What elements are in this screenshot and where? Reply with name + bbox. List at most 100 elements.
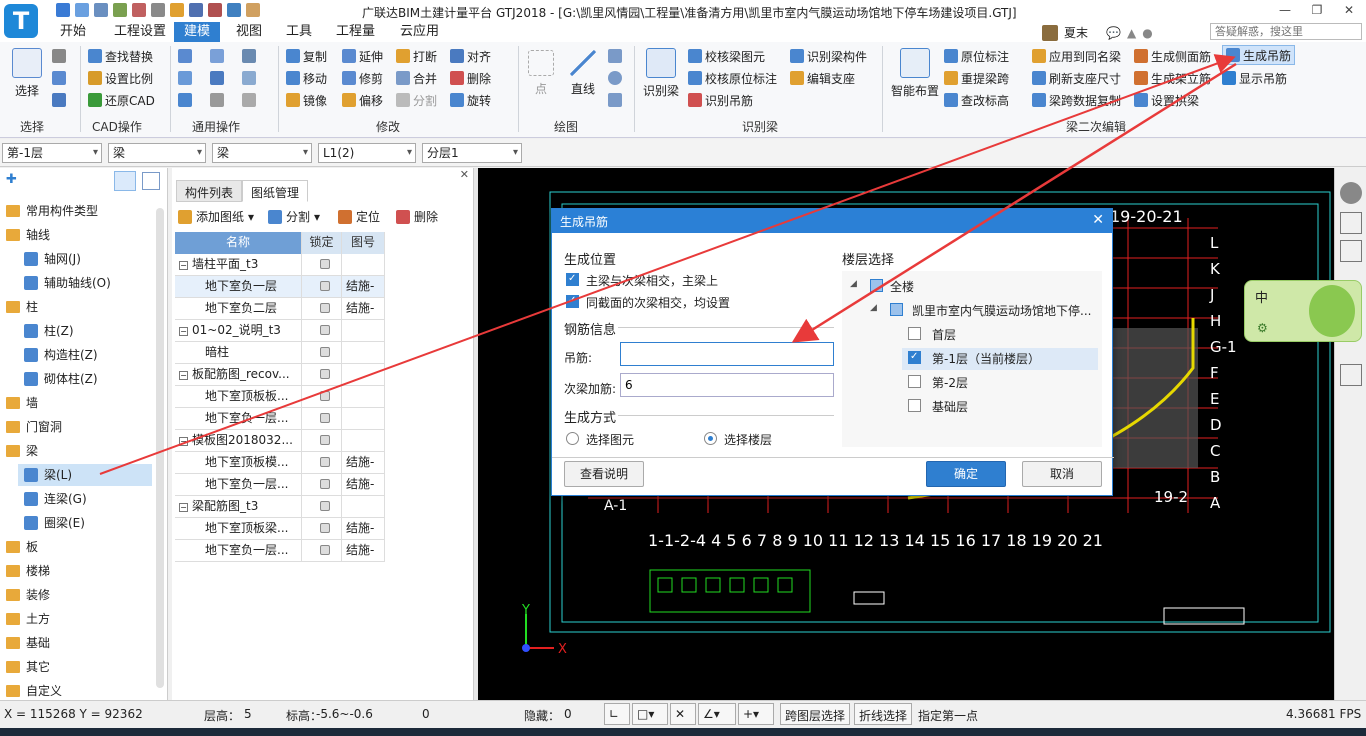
- refresh-support-button[interactable]: 刷新支座尺寸: [1032, 68, 1121, 88]
- nav-category[interactable]: 门窗洞: [6, 418, 62, 435]
- cell-lock[interactable]: [302, 474, 342, 496]
- view-icon[interactable]: [227, 3, 241, 17]
- chat-icon[interactable]: 💬: [1106, 26, 1121, 40]
- group-label-draw[interactable]: 绘图: [554, 118, 578, 135]
- layer-button[interactable]: [52, 68, 66, 88]
- collapse-icon[interactable]: −: [179, 437, 188, 446]
- nav-subitem[interactable]: 构造柱(Z): [24, 346, 98, 363]
- in-place-annotation-button[interactable]: 原位标注: [944, 46, 1009, 66]
- nav-subitem[interactable]: 辅助轴线(O): [24, 274, 111, 291]
- tab-start[interactable]: 开始: [50, 22, 96, 42]
- nav-category[interactable]: 基础: [6, 634, 50, 651]
- rect-button[interactable]: [608, 90, 622, 110]
- lock-icon[interactable]: [320, 325, 330, 335]
- copy-button[interactable]: 复制: [286, 46, 327, 66]
- break-button[interactable]: 打断: [396, 46, 437, 66]
- cloud-button[interactable]: [178, 68, 192, 88]
- re-extract-span-button[interactable]: 重提梁跨: [944, 68, 1009, 88]
- check-annotation-button[interactable]: 校核原位标注: [688, 68, 777, 88]
- tab-quantities[interactable]: 工程量: [326, 22, 385, 42]
- copy-prop-button[interactable]: [242, 68, 256, 88]
- collapse-icon[interactable]: −: [179, 371, 188, 380]
- align-button[interactable]: 对齐: [450, 46, 491, 66]
- cell-lock[interactable]: [302, 276, 342, 298]
- secondary-rebar-input[interactable]: [620, 373, 834, 397]
- print-icon[interactable]: [151, 3, 165, 17]
- table-row[interactable]: 地下室负一层... 结施-: [175, 474, 385, 496]
- cell-lock[interactable]: [302, 386, 342, 408]
- calc-icon[interactable]: [132, 3, 146, 17]
- snap-toggle-icon[interactable]: □▾: [632, 703, 668, 725]
- lock-icon[interactable]: [320, 435, 330, 445]
- table-row[interactable]: − 梁配筋图_t3: [175, 496, 385, 518]
- ok-button[interactable]: 确定: [926, 461, 1006, 487]
- extend-button[interactable]: 延伸: [342, 46, 383, 66]
- lock-icon[interactable]: [320, 347, 330, 357]
- lock-icon[interactable]: [320, 391, 330, 401]
- tab-tools[interactable]: 工具: [276, 22, 322, 42]
- nav-category[interactable]: 常用构件类型: [6, 202, 98, 219]
- split-drawing-button[interactable]: 分割 ▾: [268, 208, 320, 225]
- nav-category[interactable]: 轴线: [6, 226, 50, 243]
- nav-category[interactable]: 土方: [6, 610, 50, 627]
- nav-category[interactable]: 其它: [6, 658, 50, 675]
- nav-category[interactable]: 墙: [6, 394, 38, 411]
- collapse-icon[interactable]: −: [179, 261, 188, 270]
- orbit-icon[interactable]: [1340, 182, 1362, 204]
- all-floors-checkbox[interactable]: [870, 279, 883, 292]
- gen-erection-rebar-button[interactable]: 生成架立筋: [1134, 68, 1211, 88]
- tab-view[interactable]: 视图: [226, 22, 272, 42]
- user-area[interactable]: 夏末 💬 ▲ ●: [1042, 24, 1153, 41]
- measure-button[interactable]: [242, 46, 256, 66]
- tab-modeling[interactable]: 建模: [174, 22, 221, 42]
- nav-category[interactable]: 板: [6, 538, 38, 555]
- point-button[interactable]: 点: [528, 50, 554, 97]
- view-2d-icon[interactable]: [1340, 240, 1362, 262]
- table-row[interactable]: 地下室负一层...: [175, 408, 385, 430]
- app-logo[interactable]: T: [4, 4, 38, 38]
- close-icon[interactable]: ✕: [1334, 2, 1364, 18]
- cell-lock[interactable]: [302, 452, 342, 474]
- restore-cad-button[interactable]: 还原CAD: [88, 90, 155, 110]
- cross-icon[interactable]: ✕: [670, 703, 696, 725]
- undo-icon[interactable]: [94, 3, 108, 17]
- apply-same-name-button[interactable]: 应用到同名梁: [1032, 46, 1121, 66]
- collapse-icon[interactable]: ◢: [870, 303, 877, 313]
- tree-view-icon[interactable]: [114, 171, 136, 191]
- table-row[interactable]: 暗柱: [175, 342, 385, 364]
- trim-button[interactable]: 修剪: [342, 68, 383, 88]
- check-elevation-button[interactable]: 查改标高: [944, 90, 1009, 110]
- nav-subitem[interactable]: 柱(Z): [24, 322, 74, 339]
- ortho-icon[interactable]: ∟: [604, 703, 630, 725]
- save-all-icon[interactable]: [75, 3, 89, 17]
- nav-scrollbar[interactable]: [156, 208, 164, 688]
- nav-subitem[interactable]: 轴网(J): [24, 250, 81, 267]
- polyline-select-button[interactable]: 折线选择: [854, 703, 913, 725]
- nav-category[interactable]: 柱: [6, 298, 38, 315]
- table-row[interactable]: 地下室顶板板...: [175, 386, 385, 408]
- floor-checkbox[interactable]: [908, 351, 921, 364]
- table-button[interactable]: [210, 68, 224, 88]
- tab-cloud[interactable]: 云应用: [390, 22, 449, 42]
- cell-lock[interactable]: [302, 342, 342, 364]
- layer-op-button[interactable]: [178, 46, 192, 66]
- delete-button[interactable]: 删除: [450, 68, 491, 88]
- angle-icon[interactable]: ∠▾: [698, 703, 736, 725]
- edit-icon[interactable]: [170, 3, 184, 17]
- category-select[interactable]: 梁: [108, 143, 206, 163]
- table-row[interactable]: − 模板图2018032...: [175, 430, 385, 452]
- collapse-icon[interactable]: −: [179, 503, 188, 512]
- filter-button[interactable]: [242, 90, 256, 110]
- snap-button[interactable]: [210, 90, 224, 110]
- tab-component-list[interactable]: 构件列表: [176, 180, 243, 202]
- col-code[interactable]: 图号: [342, 232, 385, 254]
- layer-select[interactable]: 分层1: [422, 143, 522, 163]
- list-view-icon[interactable]: [142, 172, 160, 190]
- group-label-select[interactable]: 选择: [20, 118, 44, 135]
- select-button[interactable]: 选择: [10, 48, 44, 99]
- merge-button[interactable]: 合并: [396, 68, 437, 88]
- lock-icon[interactable]: [320, 479, 330, 489]
- cell-lock[interactable]: [302, 364, 342, 386]
- cell-lock[interactable]: [302, 298, 342, 320]
- table-row[interactable]: 地下室负二层 结施-: [175, 298, 385, 320]
